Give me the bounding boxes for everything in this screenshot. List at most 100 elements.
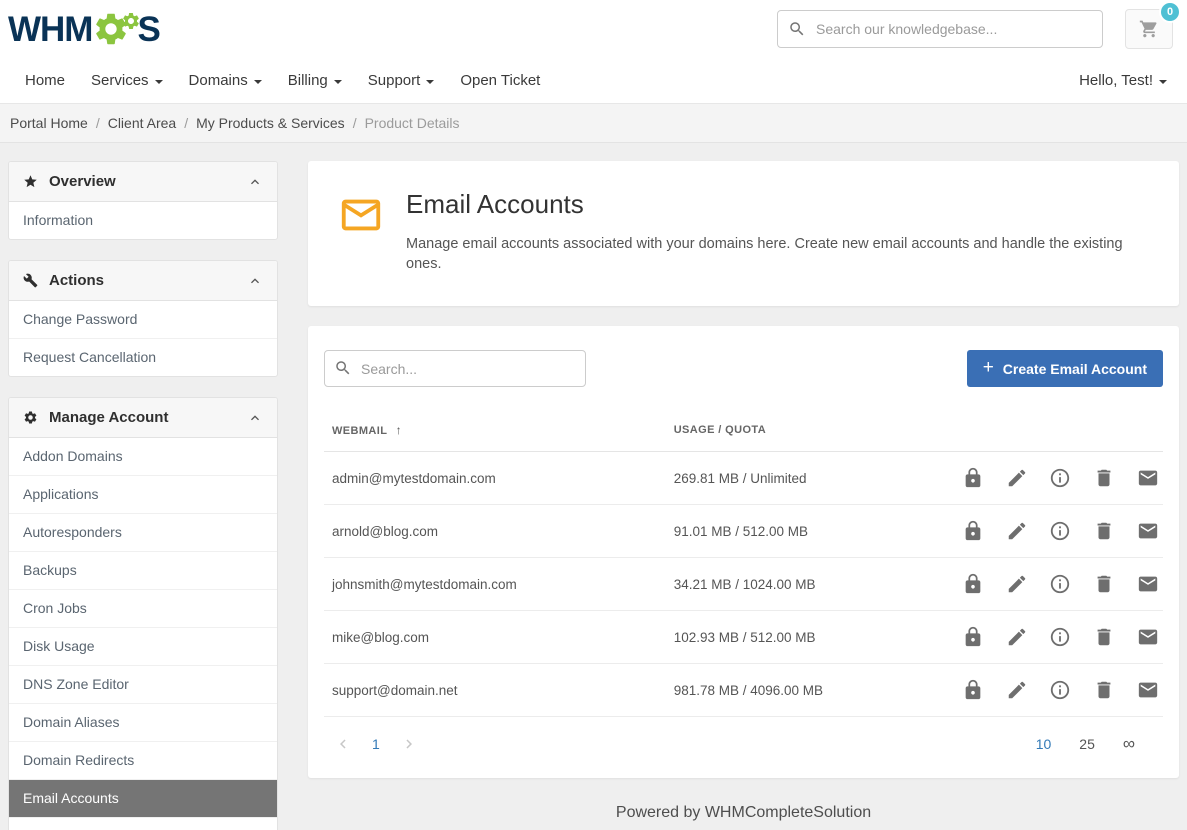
nav-support-label: Support: [368, 72, 421, 89]
sidebar-item-change-password[interactable]: Change Password: [9, 301, 277, 338]
trash-icon: [1093, 626, 1115, 648]
chevron-down-icon: [1159, 80, 1167, 84]
nav-domains[interactable]: Domains: [176, 72, 275, 89]
delete-button[interactable]: [1093, 679, 1115, 701]
column-header-webmail[interactable]: WEBMAIL ↑: [324, 409, 666, 452]
cart-button[interactable]: 0: [1125, 9, 1173, 49]
sidebar-item-email-accounts[interactable]: Email Accounts: [9, 779, 277, 817]
lock-icon: [962, 573, 984, 595]
edit-button[interactable]: [1006, 626, 1028, 648]
webmail-login-button[interactable]: [1137, 573, 1159, 595]
delete-button[interactable]: [1093, 467, 1115, 489]
manage-account-panel-header[interactable]: Manage Account: [9, 398, 277, 438]
edit-button[interactable]: [1006, 679, 1028, 701]
details-button[interactable]: [1049, 573, 1071, 595]
sidebar-item-information[interactable]: Information: [9, 202, 277, 239]
edit-button[interactable]: [1006, 467, 1028, 489]
whmcs-logo[interactable]: WHM S: [8, 10, 160, 48]
sidebar-item-cron-jobs[interactable]: Cron Jobs: [9, 589, 277, 627]
manage-account-panel-body: Addon Domains Applications Autoresponder…: [9, 438, 277, 830]
page-size-10[interactable]: 10: [1036, 736, 1052, 752]
pencil-icon: [1006, 679, 1028, 701]
change-password-button[interactable]: [962, 573, 984, 595]
sidebar-item-domain-redirects[interactable]: Domain Redirects: [9, 741, 277, 779]
pencil-icon: [1006, 520, 1028, 542]
info-icon: [1049, 573, 1071, 595]
trash-icon: [1093, 679, 1115, 701]
page-description: Manage email accounts associated with yo…: [406, 234, 1149, 274]
delete-button[interactable]: [1093, 626, 1115, 648]
sidebar-item-disk-usage[interactable]: Disk Usage: [9, 627, 277, 665]
sidebar-item-dns-zone-editor[interactable]: DNS Zone Editor: [9, 665, 277, 703]
sidebar-item-backups[interactable]: Backups: [9, 551, 277, 589]
webmail-login-button[interactable]: [1137, 467, 1159, 489]
nav-home[interactable]: Home: [12, 72, 78, 89]
change-password-button[interactable]: [962, 626, 984, 648]
breadcrumb-current: Product Details: [365, 115, 460, 131]
page-header-text: Email Accounts Manage email accounts ass…: [406, 189, 1149, 274]
webmail-login-button[interactable]: [1137, 520, 1159, 542]
envelope-icon: [1137, 467, 1159, 489]
knowledgebase-search-input[interactable]: [777, 10, 1103, 48]
create-email-account-button[interactable]: + Create Email Account: [967, 350, 1163, 387]
actions-panel-header[interactable]: Actions: [9, 261, 277, 301]
change-password-button[interactable]: [962, 679, 984, 701]
table-header-row: WEBMAIL ↑ USAGE / QUOTA: [324, 409, 1163, 452]
email-accounts-table: WEBMAIL ↑ USAGE / QUOTA admin@mytestdoma…: [324, 409, 1163, 717]
delete-button[interactable]: [1093, 520, 1115, 542]
nav-services-label: Services: [91, 72, 149, 89]
breadcrumb: Portal Home / Client Area / My Products …: [0, 103, 1187, 143]
sidebar-item-addon-domains[interactable]: Addon Domains: [9, 438, 277, 475]
powered-by-footer: Powered by WHMCompleteSolution: [308, 778, 1179, 830]
sidebar-item-request-cancellation[interactable]: Request Cancellation: [9, 338, 277, 376]
chevron-left-icon: [334, 735, 352, 753]
webmail-cell: admin@mytestdomain.com: [324, 452, 666, 505]
details-button[interactable]: [1049, 467, 1071, 489]
info-icon: [1049, 520, 1071, 542]
sidebar: Overview Information Actions Change Pass…: [8, 161, 278, 830]
sidebar-item-applications[interactable]: Applications: [9, 475, 277, 513]
usage-cell: 981.78 MB / 4096.00 MB: [666, 664, 936, 717]
nav-billing[interactable]: Billing: [275, 72, 355, 89]
sidebar-item-email-deliverability[interactable]: Email Deliverability: [9, 817, 277, 830]
breadcrumb-portal-home[interactable]: Portal Home: [10, 115, 88, 131]
sidebar-item-domain-aliases[interactable]: Domain Aliases: [9, 703, 277, 741]
usage-cell: 34.21 MB / 1024.00 MB: [666, 558, 936, 611]
change-password-button[interactable]: [962, 467, 984, 489]
nav-support[interactable]: Support: [355, 72, 448, 89]
sidebar-item-autoresponders[interactable]: Autoresponders: [9, 513, 277, 551]
row-actions: [936, 611, 1163, 664]
details-button[interactable]: [1049, 626, 1071, 648]
nav-domains-label: Domains: [189, 72, 248, 89]
breadcrumb-client-area[interactable]: Client Area: [108, 115, 176, 131]
breadcrumb-separator: /: [184, 115, 188, 131]
nav-home-label: Home: [25, 72, 65, 89]
page-size-25[interactable]: 25: [1079, 736, 1095, 752]
previous-page-button[interactable]: [334, 735, 352, 753]
overview-panel-title: Overview: [49, 173, 247, 190]
change-password-button[interactable]: [962, 520, 984, 542]
table-search-input[interactable]: [324, 350, 586, 387]
nav-services[interactable]: Services: [78, 72, 176, 89]
webmail-login-button[interactable]: [1137, 626, 1159, 648]
webmail-login-button[interactable]: [1137, 679, 1159, 701]
details-button[interactable]: [1049, 520, 1071, 542]
nav-open-ticket[interactable]: Open Ticket: [447, 72, 553, 89]
next-page-button[interactable]: [400, 735, 418, 753]
overview-panel-header[interactable]: Overview: [9, 162, 277, 202]
edit-button[interactable]: [1006, 573, 1028, 595]
page-size-all-infinity-icon[interactable]: ∞: [1123, 734, 1135, 754]
column-header-usage-quota[interactable]: USAGE / QUOTA: [666, 409, 936, 452]
delete-button[interactable]: [1093, 573, 1115, 595]
user-menu[interactable]: Hello, Test!: [1071, 72, 1175, 89]
page-number-1[interactable]: 1: [372, 736, 380, 752]
envelope-icon: [1137, 520, 1159, 542]
webmail-cell: support@domain.net: [324, 664, 666, 717]
edit-button[interactable]: [1006, 520, 1028, 542]
details-button[interactable]: [1049, 679, 1071, 701]
envelope-icon: [1137, 679, 1159, 701]
pager: 1: [334, 735, 418, 753]
nav-left: Home Services Domains Billing Support Op…: [12, 72, 553, 89]
breadcrumb-products-services[interactable]: My Products & Services: [196, 115, 345, 131]
webmail-cell: johnsmith@mytestdomain.com: [324, 558, 666, 611]
